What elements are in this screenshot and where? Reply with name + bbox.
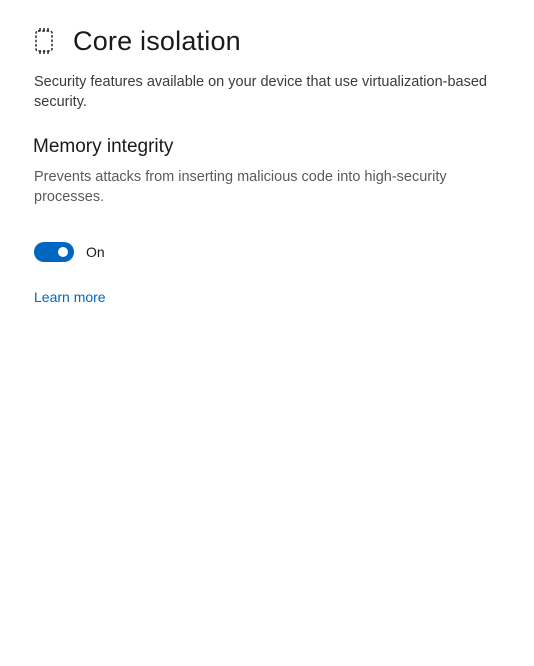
page-description: Security features available on your devi… <box>34 74 487 110</box>
toggle-state-label: On <box>86 244 105 260</box>
core-isolation-page: Core isolation Security features availab… <box>0 0 534 666</box>
memory-integrity-toggle-row: On <box>34 242 105 262</box>
learn-more-link[interactable]: Learn more <box>34 289 106 305</box>
page-header: Core isolation <box>33 24 241 58</box>
toggle-knob <box>58 247 68 257</box>
core-isolation-icon <box>33 26 55 56</box>
memory-integrity-description: Prevents attacks from inserting maliciou… <box>34 169 447 205</box>
page-title: Core isolation <box>73 26 241 56</box>
memory-integrity-toggle[interactable] <box>34 242 74 262</box>
memory-integrity-title: Memory integrity <box>33 136 174 157</box>
